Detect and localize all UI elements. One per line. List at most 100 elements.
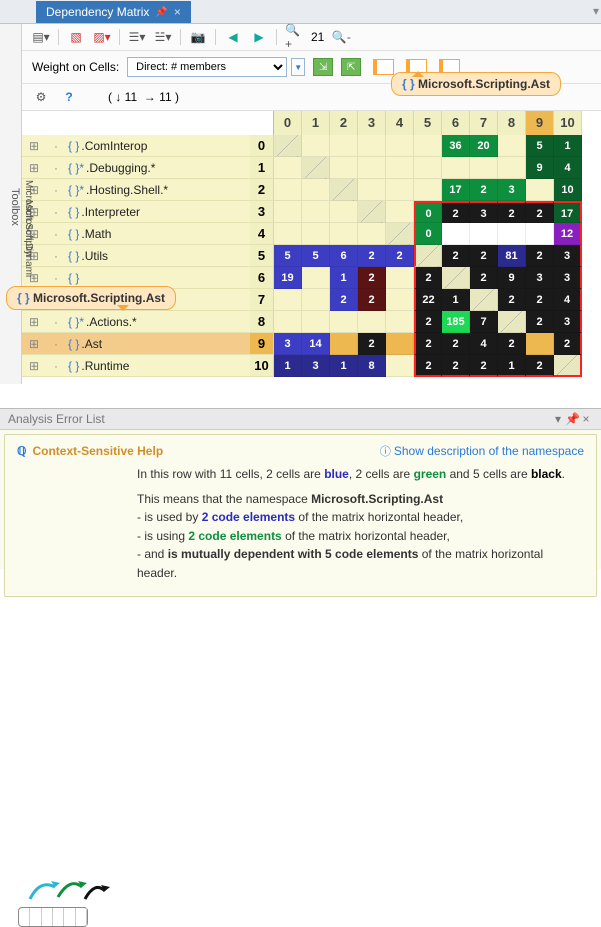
cell-6-7[interactable]: 2	[470, 267, 498, 289]
row-label-2[interactable]: ⊞·{ }*.Hosting.Shell.*	[22, 179, 250, 201]
col-1[interactable]: 1	[302, 111, 330, 135]
chevron-down-icon[interactable]: ▾	[551, 412, 565, 426]
zoom-out-icon[interactable]: 🔍-	[332, 28, 350, 46]
panel-menu-icon[interactable]: ▾	[593, 4, 599, 18]
cell-8-5[interactable]: 2	[414, 311, 442, 333]
cell-10-9[interactable]: 2	[526, 355, 554, 377]
cell-3-0[interactable]	[274, 201, 302, 223]
row-idx-9[interactable]: 9	[250, 333, 274, 355]
cell-6-6[interactable]	[442, 267, 470, 289]
cell-10-1[interactable]: 3	[302, 355, 330, 377]
cell-0-3[interactable]	[358, 135, 386, 157]
cell-6-1[interactable]	[302, 267, 330, 289]
cell-3-5[interactable]: 0	[414, 201, 442, 223]
cell-4-1[interactable]	[302, 223, 330, 245]
cell-4-9[interactable]	[526, 223, 554, 245]
row-idx-2[interactable]: 2	[250, 179, 274, 201]
cell-9-3[interactable]: 2	[358, 333, 386, 355]
cell-0-7[interactable]: 20	[470, 135, 498, 157]
cell-3-6[interactable]: 2	[442, 201, 470, 223]
cell-10-3[interactable]: 8	[358, 355, 386, 377]
cell-6-2[interactable]: 1	[330, 267, 358, 289]
tree2-icon[interactable]: ☱▾	[154, 28, 172, 46]
cell-5-10[interactable]: 3	[554, 245, 582, 267]
cell-10-8[interactable]: 1	[498, 355, 526, 377]
cell-9-9[interactable]	[526, 333, 554, 355]
cell-6-10[interactable]: 3	[554, 267, 582, 289]
cell-6-9[interactable]: 3	[526, 267, 554, 289]
tree-icon[interactable]: ☰▾	[128, 28, 146, 46]
cell-0-0[interactable]	[274, 135, 302, 157]
cell-8-2[interactable]	[330, 311, 358, 333]
cell-7-3[interactable]: 2	[358, 289, 386, 311]
row-label-9[interactable]: ⊞·{ }.Ast	[22, 333, 250, 355]
cell-7-5[interactable]: 22	[414, 289, 442, 311]
col-3[interactable]: 3	[358, 111, 386, 135]
cell-7-9[interactable]: 2	[526, 289, 554, 311]
cell-4-10[interactable]: 12	[554, 223, 582, 245]
cell-5-9[interactable]: 2	[526, 245, 554, 267]
cell-8-9[interactable]: 2	[526, 311, 554, 333]
cell-4-2[interactable]	[330, 223, 358, 245]
cell-7-7[interactable]	[470, 289, 498, 311]
cell-6-3[interactable]: 2	[358, 267, 386, 289]
cell-5-8[interactable]: 81	[498, 245, 526, 267]
cell-9-7[interactable]: 4	[470, 333, 498, 355]
cell-10-7[interactable]: 2	[470, 355, 498, 377]
col-8[interactable]: 8	[498, 111, 526, 135]
cell-8-7[interactable]: 7	[470, 311, 498, 333]
expand-btn[interactable]: ⇲	[313, 58, 333, 76]
cell-7-2[interactable]: 2	[330, 289, 358, 311]
col-7[interactable]: 7	[470, 111, 498, 135]
error-list-header[interactable]: Analysis Error List ▾📌×	[0, 409, 601, 430]
filter-box-1[interactable]	[373, 59, 394, 75]
row-label-5[interactable]: ⊞·{ }.Utils	[22, 245, 250, 267]
close-icon[interactable]: ×	[174, 5, 181, 19]
col-10[interactable]: 10	[554, 111, 582, 135]
cell-10-5[interactable]: 2	[414, 355, 442, 377]
cell-7-0[interactable]	[274, 289, 302, 311]
cell-2-2[interactable]	[330, 179, 358, 201]
cell-1-1[interactable]	[302, 157, 330, 179]
cell-3-10[interactable]: 17	[554, 201, 582, 223]
row-label-8[interactable]: ⊞·{ }*.Actions.*	[22, 311, 250, 333]
cell-3-9[interactable]: 2	[526, 201, 554, 223]
cell-1-0[interactable]	[274, 157, 302, 179]
cell-9-0[interactable]: 3	[274, 333, 302, 355]
col-2[interactable]: 2	[330, 111, 358, 135]
cell-4-6[interactable]	[442, 223, 470, 245]
cell-2-5[interactable]	[414, 179, 442, 201]
pin-icon[interactable]: 📌	[155, 7, 167, 18]
cell-3-2[interactable]	[330, 201, 358, 223]
cell-9-1[interactable]: 14	[302, 333, 330, 355]
cell-8-3[interactable]	[358, 311, 386, 333]
col-0[interactable]: 0	[274, 111, 302, 135]
cell-7-10[interactable]: 4	[554, 289, 582, 311]
row-idx-1[interactable]: 1	[250, 157, 274, 179]
cell-2-0[interactable]	[274, 179, 302, 201]
cell-0-1[interactable]	[302, 135, 330, 157]
cell-2-6[interactable]: 17	[442, 179, 470, 201]
cell-4-4[interactable]	[386, 223, 414, 245]
zoom-in-icon[interactable]: 🔍+	[285, 28, 303, 46]
gear-icon[interactable]: ⚙	[32, 88, 50, 106]
cell-5-6[interactable]: 2	[442, 245, 470, 267]
cell-7-6[interactable]: 1	[442, 289, 470, 311]
cell-1-8[interactable]	[498, 157, 526, 179]
cell-10-4[interactable]	[386, 355, 414, 377]
cell-1-4[interactable]	[386, 157, 414, 179]
row-idx-5[interactable]: 5	[250, 245, 274, 267]
cell-7-4[interactable]	[386, 289, 414, 311]
weight-select[interactable]: Direct: # members	[127, 57, 287, 77]
cell-3-3[interactable]	[358, 201, 386, 223]
cell-10-6[interactable]: 2	[442, 355, 470, 377]
forward-icon[interactable]: ▶	[250, 28, 268, 46]
cell-5-5[interactable]	[414, 245, 442, 267]
cell-1-6[interactable]	[442, 157, 470, 179]
col-4[interactable]: 4	[386, 111, 414, 135]
cell-1-9[interactable]: 9	[526, 157, 554, 179]
info-link[interactable]: ⓘ Show description of the namespace	[380, 443, 584, 459]
back-icon[interactable]: ◀	[224, 28, 242, 46]
cell-5-7[interactable]: 2	[470, 245, 498, 267]
cell-3-4[interactable]	[386, 201, 414, 223]
